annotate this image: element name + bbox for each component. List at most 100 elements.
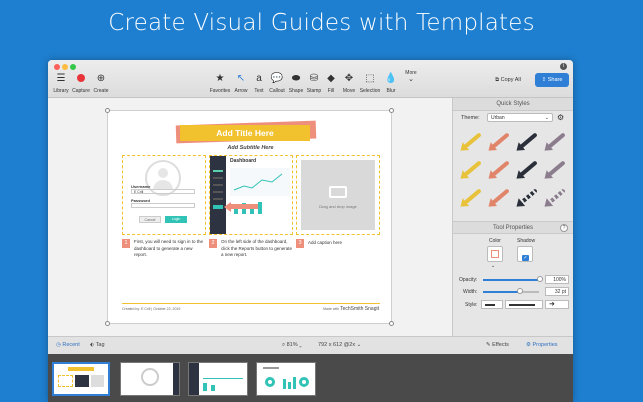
quick-style-arrow[interactable] bbox=[518, 160, 538, 178]
tool-favorites[interactable]: ★ Favorites bbox=[208, 73, 232, 94]
tool-more[interactable]: More ⌄ bbox=[403, 70, 419, 84]
dashboard-sidebar bbox=[210, 156, 226, 234]
template-page[interactable]: Add Title Here Add Subtitle Here Usernam… bbox=[105, 108, 394, 326]
step-image-3[interactable]: Drag and drop image bbox=[296, 155, 380, 235]
resize-handle[interactable] bbox=[389, 108, 394, 113]
step-image-1[interactable]: Username E Crill Password Cancel Login bbox=[122, 155, 206, 235]
quick-style-arrow[interactable] bbox=[462, 132, 482, 150]
step-number: 1 bbox=[122, 239, 130, 248]
chevron-down-icon: ⌄ bbox=[544, 115, 549, 121]
opacity-slider[interactable] bbox=[483, 279, 539, 281]
effects-button[interactable]: ✎ Effects bbox=[486, 342, 509, 348]
copy-all-button[interactable]: ⧉ Copy All bbox=[488, 73, 528, 87]
tag-icon: ⬖ bbox=[90, 342, 95, 348]
help-icon[interactable]: ? bbox=[560, 224, 568, 232]
opacity-slider-thumb[interactable] bbox=[537, 276, 543, 282]
quick-style-arrow[interactable] bbox=[462, 160, 482, 178]
step-number: 3 bbox=[296, 239, 304, 248]
quick-style-arrow[interactable] bbox=[546, 132, 566, 150]
dimensions-control[interactable]: 792 x 612 @2x ⌄ bbox=[318, 342, 361, 348]
bottom-bar: ◷ Recent ⬖ Tag ⌕ 81% ⌄ 792 x 612 @2x ⌄ ✎… bbox=[48, 336, 573, 354]
share-button[interactable]: ⇪ Share bbox=[535, 73, 569, 87]
tool-arrow[interactable]: ↖ Arrow bbox=[232, 73, 250, 94]
width-input[interactable]: 32 pt bbox=[545, 287, 569, 296]
tool-blur[interactable]: 💧 Blur bbox=[384, 73, 398, 94]
quick-styles-header: Quick Styles bbox=[453, 98, 573, 111]
create-button[interactable]: ⊕ Create bbox=[92, 73, 110, 94]
info-icon[interactable]: i bbox=[560, 63, 567, 70]
line-style-select[interactable] bbox=[505, 300, 543, 309]
recent-captures-tray bbox=[48, 354, 573, 402]
opacity-input[interactable]: 100% bbox=[545, 275, 569, 284]
quick-style-arrow[interactable] bbox=[490, 132, 510, 150]
editor-canvas[interactable]: Add Title Here Add Subtitle Here Usernam… bbox=[48, 98, 452, 336]
quick-style-arrow[interactable] bbox=[490, 160, 510, 178]
quick-style-arrow[interactable] bbox=[518, 188, 538, 206]
quick-style-arrow[interactable] bbox=[546, 188, 566, 206]
quick-style-arrow[interactable] bbox=[462, 188, 482, 206]
callout-icon: 💬 bbox=[270, 73, 284, 84]
tool-move[interactable]: ✥ Move bbox=[341, 73, 357, 94]
zoom-window-button[interactable] bbox=[70, 64, 76, 70]
zoom-control[interactable]: ⌕ 81% ⌄ bbox=[282, 342, 302, 349]
tool-stamp[interactable]: ⛁ Stamp bbox=[305, 73, 323, 94]
minimize-window-button[interactable] bbox=[62, 64, 68, 70]
arrow-icon: ↖ bbox=[236, 73, 246, 84]
theme-select[interactable]: Urban ⌄ bbox=[487, 113, 553, 122]
selection-icon: ⬚ bbox=[365, 73, 375, 84]
highlight-arrow bbox=[228, 204, 258, 209]
line-cap-start-select[interactable] bbox=[481, 300, 503, 309]
resize-handle[interactable] bbox=[105, 108, 110, 113]
resize-handle[interactable] bbox=[105, 321, 110, 326]
quick-style-arrow[interactable] bbox=[546, 160, 566, 178]
step-image-2[interactable]: Dashboard bbox=[209, 155, 293, 235]
blur-icon: 💧 bbox=[384, 73, 398, 84]
chevron-down-icon: ⌄ bbox=[408, 76, 414, 83]
password-field bbox=[131, 203, 195, 208]
tool-fill[interactable]: ◆ Fill bbox=[324, 73, 338, 94]
quick-styles-grid bbox=[453, 125, 573, 221]
tag-button[interactable]: ⬖ Tag bbox=[90, 342, 105, 348]
shape-icon: ⬬ bbox=[291, 73, 301, 84]
tool-properties-header: Tool Properties ? bbox=[453, 221, 573, 234]
capture-thumbnail[interactable] bbox=[120, 362, 180, 396]
share-icon: ⇪ bbox=[541, 77, 547, 83]
capture-thumbnail[interactable] bbox=[256, 362, 316, 396]
footer-divider bbox=[122, 303, 380, 304]
chevron-down-icon: ⌄ bbox=[356, 342, 362, 348]
chevron-down-icon[interactable]: ⌄ bbox=[491, 263, 495, 269]
quick-style-arrow[interactable] bbox=[518, 132, 538, 150]
capture-button[interactable]: Capture bbox=[71, 73, 91, 94]
capture-thumbnail[interactable] bbox=[188, 362, 248, 396]
width-row: Width: 32 pt bbox=[453, 286, 573, 298]
gear-icon[interactable]: ⚙ bbox=[557, 113, 564, 122]
line-cap-end-select[interactable]: ➜ bbox=[545, 300, 569, 309]
width-slider[interactable] bbox=[483, 291, 539, 293]
tool-text[interactable]: a Text bbox=[251, 73, 267, 94]
effects-icon: ✎ bbox=[486, 342, 491, 348]
toolbar: i ☰ Library Capture ⊕ Create ★ Favorites… bbox=[48, 60, 573, 98]
tool-shape[interactable]: ⬬ Shape bbox=[287, 73, 305, 94]
text-icon: a bbox=[256, 73, 262, 84]
image-icon bbox=[329, 186, 347, 198]
width-slider-thumb[interactable] bbox=[517, 288, 523, 294]
gear-icon: ⚙ bbox=[526, 342, 531, 348]
arrow-right-icon: ➜ bbox=[549, 301, 555, 308]
library-button[interactable]: ☰ Library bbox=[52, 73, 70, 94]
tool-callout[interactable]: 💬 Callout bbox=[267, 73, 287, 94]
star-icon: ★ bbox=[215, 73, 225, 84]
document-title[interactable]: Add Title Here bbox=[180, 125, 310, 141]
library-icon: ☰ bbox=[56, 73, 66, 84]
close-window-button[interactable] bbox=[54, 64, 60, 70]
recent-button[interactable]: ◷ Recent bbox=[56, 342, 80, 348]
image-drop-zone[interactable]: Drag and drop image bbox=[301, 160, 375, 230]
resize-handle[interactable] bbox=[389, 321, 394, 326]
quick-style-arrow[interactable] bbox=[490, 188, 510, 206]
color-swatch[interactable] bbox=[487, 246, 503, 262]
shadow-swatch[interactable]: ✓ bbox=[517, 246, 533, 262]
properties-button[interactable]: ⚙ Properties bbox=[526, 342, 558, 348]
document-subtitle[interactable]: Add Subtitle Here bbox=[108, 145, 393, 151]
opacity-row: Opacity: 100% bbox=[453, 274, 573, 286]
capture-thumbnail[interactable] bbox=[52, 362, 110, 396]
tool-selection[interactable]: ⬚ Selection bbox=[358, 73, 382, 94]
